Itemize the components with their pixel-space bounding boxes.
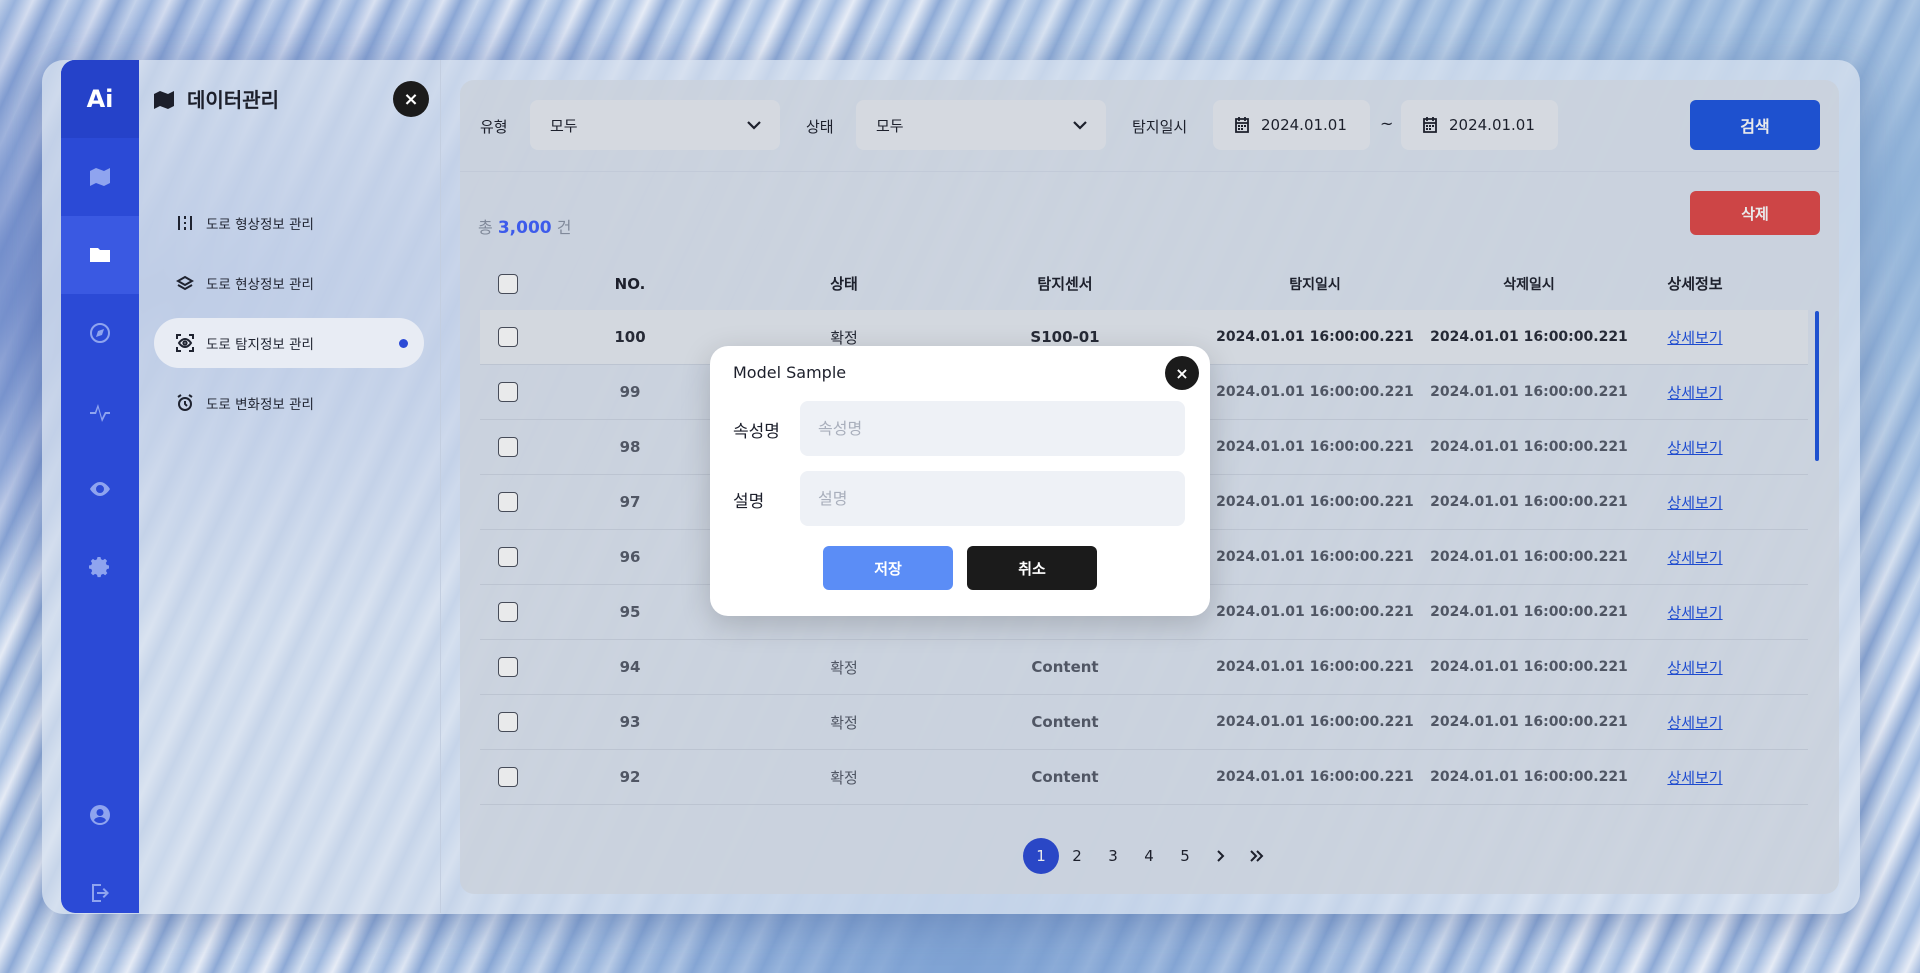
attribute-name-input[interactable]: [800, 401, 1185, 456]
rail-user-button[interactable]: [61, 776, 139, 854]
map-icon: [90, 168, 110, 186]
layers-icon: [176, 275, 194, 291]
rail-eye-button[interactable]: [61, 450, 139, 528]
sidebar-item-phenomenon[interactable]: 도로 현상정보 관리: [154, 258, 424, 308]
attribute-name-label: 속성명: [733, 422, 780, 442]
dialog-close-button[interactable]: ×: [1165, 356, 1199, 390]
sidebar-item-label: 도로 탐지정보 관리: [206, 337, 314, 353]
logout-icon: [92, 884, 109, 902]
description-label: 설명: [733, 492, 765, 512]
sidebar-title: 데이터관리: [153, 84, 279, 113]
alarm-clock-icon: [177, 394, 193, 411]
rail-folder-button[interactable]: [61, 216, 139, 294]
eye-icon: [90, 482, 110, 496]
scan-eye-icon: [176, 334, 194, 352]
sidebar-title-text: 데이터관리: [187, 88, 279, 112]
dialog-title: Model Sample: [733, 363, 847, 382]
sidebar-close-button[interactable]: ×: [393, 81, 429, 117]
sidebar: 데이터관리 × 도로 형상정보 관리 도로 현상정보 관리 도로 탐지정보 관리…: [139, 60, 441, 913]
user-icon: [90, 805, 110, 825]
columns-icon: [178, 216, 192, 230]
icon-rail: Ai: [61, 60, 139, 913]
description-input[interactable]: [800, 471, 1185, 526]
gear-icon: [89, 557, 109, 578]
map-icon: [154, 90, 174, 109]
folder-icon: [90, 248, 110, 262]
activity-icon: [90, 404, 110, 422]
sidebar-item-detection[interactable]: 도로 탐지정보 관리: [154, 318, 424, 368]
compass-icon: [90, 323, 110, 343]
app-logo: Ai: [61, 60, 139, 138]
rail-settings-button[interactable]: [61, 528, 139, 606]
rail-compass-button[interactable]: [61, 294, 139, 372]
save-button[interactable]: 저장: [823, 546, 953, 590]
rail-logout-button[interactable]: [61, 854, 139, 932]
rail-map-button[interactable]: [61, 138, 139, 216]
sidebar-item-label: 도로 변화정보 관리: [206, 397, 314, 413]
sidebar-item-label: 도로 현상정보 관리: [206, 277, 314, 293]
model-sample-dialog: Model Sample × 속성명 설명 저장 취소: [710, 346, 1210, 616]
sidebar-item-label: 도로 형상정보 관리: [206, 217, 314, 233]
rail-activity-button[interactable]: [61, 372, 139, 450]
sidebar-item-change[interactable]: 도로 변화정보 관리: [154, 378, 424, 428]
sidebar-item-shape[interactable]: 도로 형상정보 관리: [154, 198, 424, 248]
active-indicator-dot: [399, 339, 408, 348]
cancel-button[interactable]: 취소: [967, 546, 1097, 590]
